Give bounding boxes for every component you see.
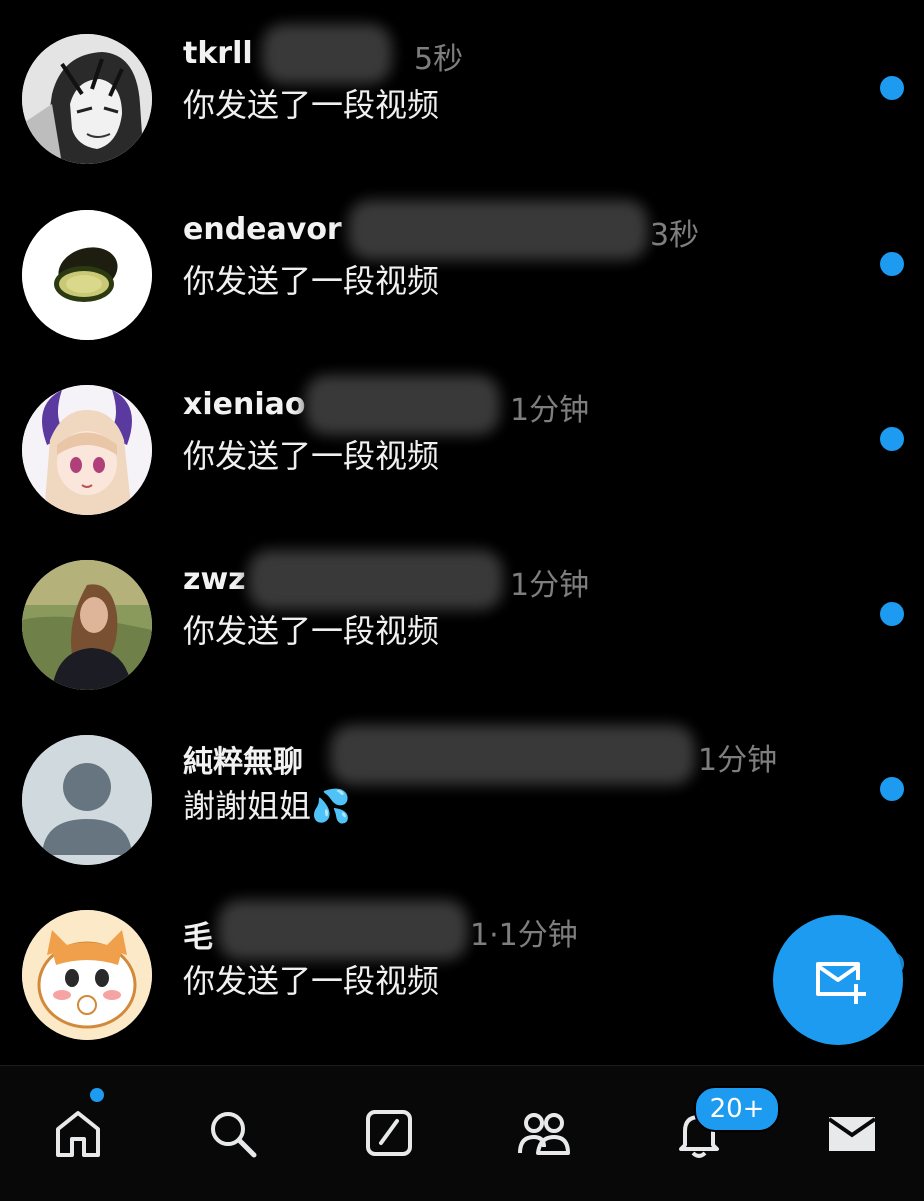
- unread-dot: [880, 76, 904, 100]
- message-preview: 你发送了一段视频: [183, 612, 440, 650]
- search-icon: [211, 1112, 257, 1158]
- message-preview: 你发送了一段视频: [183, 262, 440, 300]
- tab-search[interactable]: [197, 1098, 267, 1168]
- envelope-icon: [827, 1117, 877, 1151]
- message-preview: 謝謝姐姐💦: [183, 787, 351, 825]
- redacted-handle: [248, 550, 503, 610]
- conversation-name: zwz: [183, 562, 246, 597]
- conversation-time: 5秒: [414, 42, 464, 77]
- avocado-avatar[interactable]: [22, 210, 152, 340]
- tab-messages[interactable]: [817, 1098, 887, 1168]
- redacted-handle: [305, 375, 500, 435]
- message-preview: 你发送了一段视频: [183, 86, 440, 124]
- conversation-row[interactable]: tkrll 5秒 你发送了一段视频: [0, 24, 924, 204]
- conversation-time: 3秒: [650, 218, 700, 253]
- compose-square-icon: [366, 1110, 412, 1156]
- unread-dot: [880, 602, 904, 626]
- redacted-handle: [218, 900, 468, 960]
- new-message-icon: [816, 962, 866, 1004]
- conversation-row[interactable]: 純粹無聊 1分钟 謝謝姐姐💦: [0, 725, 924, 905]
- redacted-handle: [330, 725, 695, 785]
- conversation-name: 毛: [183, 920, 213, 955]
- redacted-handle: [262, 24, 392, 84]
- default-person-avatar[interactable]: [22, 735, 152, 865]
- conversation-name: tkrll: [183, 36, 253, 71]
- photo-person-avatar[interactable]: [22, 560, 152, 690]
- notification-count-badge: 20+: [694, 1086, 780, 1132]
- conversation-time: 1·1分钟: [470, 918, 578, 953]
- conversation-row[interactable]: endeavor 3秒 你发送了一段视频: [0, 200, 924, 380]
- conversation-time: 1分钟: [698, 743, 778, 778]
- people-icon: [518, 1113, 570, 1155]
- tab-compose[interactable]: [354, 1098, 424, 1168]
- message-preview: 你发送了一段视频: [183, 962, 440, 1000]
- redacted-handle: [348, 200, 648, 260]
- unread-dot: [880, 427, 904, 451]
- home-unread-dot: [90, 1088, 104, 1102]
- manga-character-avatar[interactable]: [22, 34, 152, 164]
- conversation-time: 1分钟: [510, 568, 590, 603]
- conversation-list: tkrll 5秒 你发送了一段视频 endeavor 3秒 你发送了一段视频 x…: [0, 0, 924, 1065]
- cartoon-cat-avatar[interactable]: [22, 910, 152, 1040]
- bottom-tab-bar: [0, 1065, 924, 1201]
- tab-home[interactable]: [43, 1098, 113, 1168]
- conversation-name: xieniao: [183, 387, 306, 422]
- conversation-row[interactable]: xieniao 1分钟 你发送了一段视频: [0, 375, 924, 555]
- home-icon: [56, 1111, 100, 1157]
- conversation-time: 1分钟: [510, 393, 590, 428]
- conversation-name: endeavor: [183, 212, 342, 247]
- conversation-row[interactable]: zwz 1分钟 你发送了一段视频: [0, 550, 924, 730]
- tab-communities[interactable]: [509, 1098, 579, 1168]
- unread-dot: [880, 777, 904, 801]
- anime-girl-avatar[interactable]: [22, 385, 152, 515]
- conversation-name: 純粹無聊: [183, 745, 303, 780]
- unread-dot: [880, 252, 904, 276]
- new-message-button[interactable]: [773, 915, 903, 1045]
- message-preview: 你发送了一段视频: [183, 437, 440, 475]
